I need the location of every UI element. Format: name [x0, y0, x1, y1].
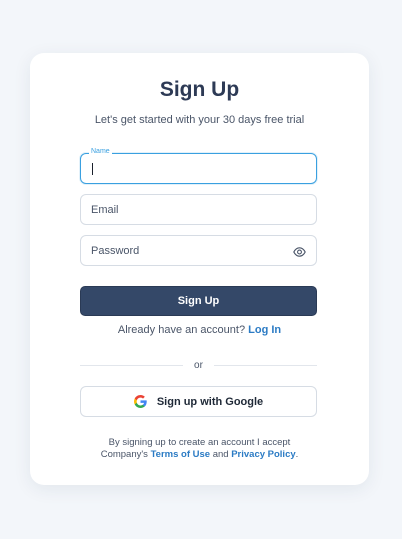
or-divider: or [80, 360, 317, 372]
name-field-label: Name [89, 148, 112, 155]
terms-of-use-link[interactable]: Terms of Use [151, 449, 210, 460]
name-field[interactable]: Name [80, 148, 317, 184]
have-account-text: Already have an account? [117, 324, 246, 336]
google-logo-icon [133, 395, 147, 408]
password-field[interactable]: Password [80, 235, 317, 266]
email-placeholder: Email [91, 204, 119, 216]
sign-up-button[interactable]: Sign Up [80, 286, 317, 316]
page-subtitle: Let's get started with your 30 days free… [94, 114, 305, 126]
have-account-row: Already have an account? Log In [30, 324, 369, 336]
password-placeholder: Password [91, 245, 140, 257]
terms-prefix: Company's [100, 449, 148, 460]
terms-line-1: By signing up to create an account I acc… [108, 437, 291, 448]
google-button-label: Sign up with Google [156, 395, 264, 408]
email-field[interactable]: Email [80, 194, 317, 225]
privacy-policy-link[interactable]: Privacy Policy [231, 449, 295, 460]
page-title: Sign Up [159, 78, 240, 101]
signup-card: Sign Up Let's get started with your 30 d… [30, 53, 369, 485]
google-sign-up-button[interactable]: Sign up with Google [80, 386, 317, 417]
terms-text: By signing up to create an account I acc… [30, 437, 369, 461]
terms-line-2: Company's Terms of Use and Privacy Polic… [30, 449, 369, 461]
divider-line-right [214, 365, 317, 366]
eye-icon[interactable] [293, 245, 306, 257]
terms-and: and [212, 449, 229, 460]
text-caret [92, 163, 93, 175]
terms-suffix: . [295, 449, 299, 460]
log-in-link[interactable]: Log In [248, 324, 281, 336]
